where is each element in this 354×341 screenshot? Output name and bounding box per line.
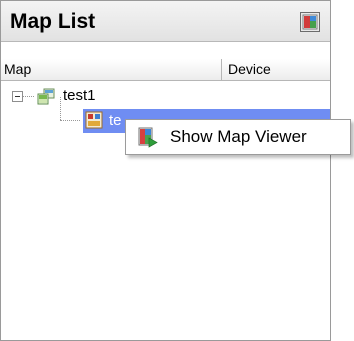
tree-connector	[23, 96, 34, 97]
context-menu: Show Map Viewer	[125, 119, 351, 155]
show-map-viewer-menu-item[interactable]: Show Map Viewer	[128, 122, 348, 152]
map-list-panel: Map List Map Device test1 te	[0, 0, 331, 341]
column-map[interactable]: Map	[1, 59, 222, 80]
tree-node-root[interactable]: test1	[1, 85, 330, 107]
show-map-viewer-label: Show Map Viewer	[170, 127, 307, 146]
map-group-icon	[37, 88, 55, 105]
tree-node-child-label[interactable]: te	[109, 110, 122, 132]
tree-node-root-label[interactable]: test1	[63, 85, 96, 107]
map-viewer-icon	[302, 14, 318, 30]
panel-title: Map List	[10, 10, 96, 33]
map-icon	[85, 111, 103, 129]
collapse-toggle[interactable]	[12, 91, 23, 102]
show-map-viewer-icon	[138, 127, 158, 148]
map-viewer-button[interactable]	[300, 12, 320, 32]
column-device[interactable]: Device	[222, 59, 330, 80]
column-header: Map Device	[1, 59, 330, 81]
panel-header: Map List	[1, 1, 330, 42]
